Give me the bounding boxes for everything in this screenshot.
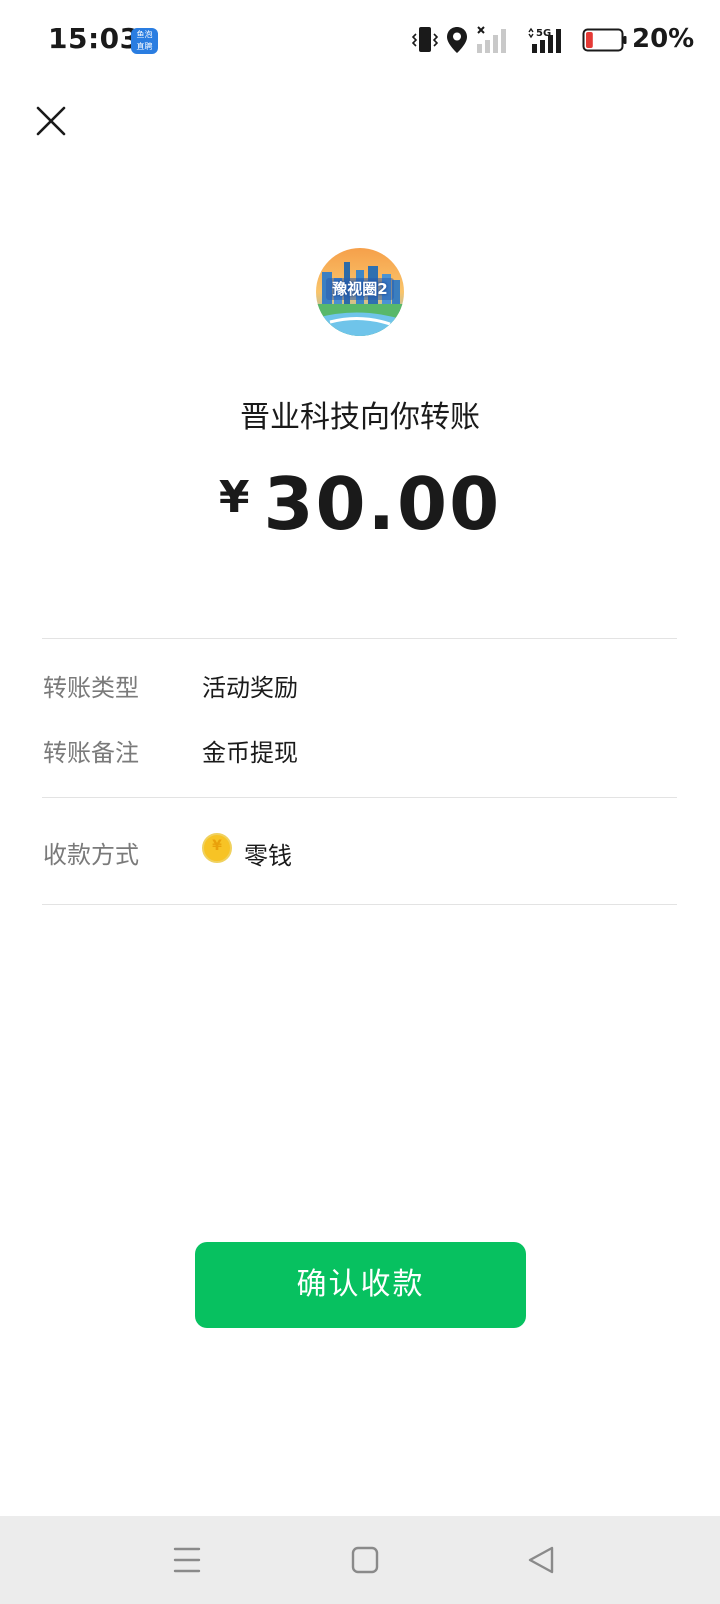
payer-avatar: 豫视圈2 [316, 248, 404, 336]
back-button[interactable] [522, 1540, 562, 1580]
no-signal-icon [477, 26, 506, 53]
system-nav-bar [0, 1516, 720, 1604]
app-badge-text-bottom: 直聘 [136, 42, 153, 51]
close-button[interactable] [30, 100, 72, 142]
signal-5g-icon: 5G [528, 27, 561, 53]
home-icon [351, 1546, 379, 1574]
back-icon [528, 1546, 554, 1574]
battery-percent: 20% [632, 24, 695, 54]
confirm-receive-button[interactable]: 确认收款 [195, 1242, 526, 1328]
menu-icon [173, 1547, 201, 1573]
detail-value-type: 活动奖励 [202, 674, 298, 702]
recent-apps-button[interactable] [167, 1540, 207, 1580]
transfer-title: 晋业科技向你转账 [240, 400, 480, 435]
divider-top [42, 638, 677, 639]
avatar-text: 豫视圈2 [332, 280, 388, 298]
app-badge-text-top: 鱼泡 [136, 30, 153, 39]
amount-value: 30.00 [263, 462, 502, 546]
status-time: 15:03 [48, 22, 140, 55]
detail-label-note: 转账备注 [43, 739, 139, 767]
detail-value-note: 金币提现 [202, 739, 298, 767]
location-icon [447, 27, 467, 53]
close-icon [36, 106, 66, 136]
vibrate-icon [412, 27, 438, 52]
divider-middle [42, 797, 677, 798]
battery-icon [582, 28, 627, 52]
detail-label-type: 转账类型 [43, 674, 139, 702]
coin-icon [202, 833, 232, 863]
home-button[interactable] [345, 1540, 385, 1580]
currency-symbol: ¥ [218, 472, 250, 523]
app-notification-icon: 鱼泡 直聘 [131, 28, 158, 54]
divider-bottom [42, 904, 677, 905]
payment-method-value: 零钱 [244, 842, 292, 870]
amount-display: ¥30.00 [0, 462, 720, 546]
status-bar: 15:03 鱼泡 直聘 5G 20% [0, 0, 720, 82]
payment-method-label: 收款方式 [43, 841, 139, 869]
